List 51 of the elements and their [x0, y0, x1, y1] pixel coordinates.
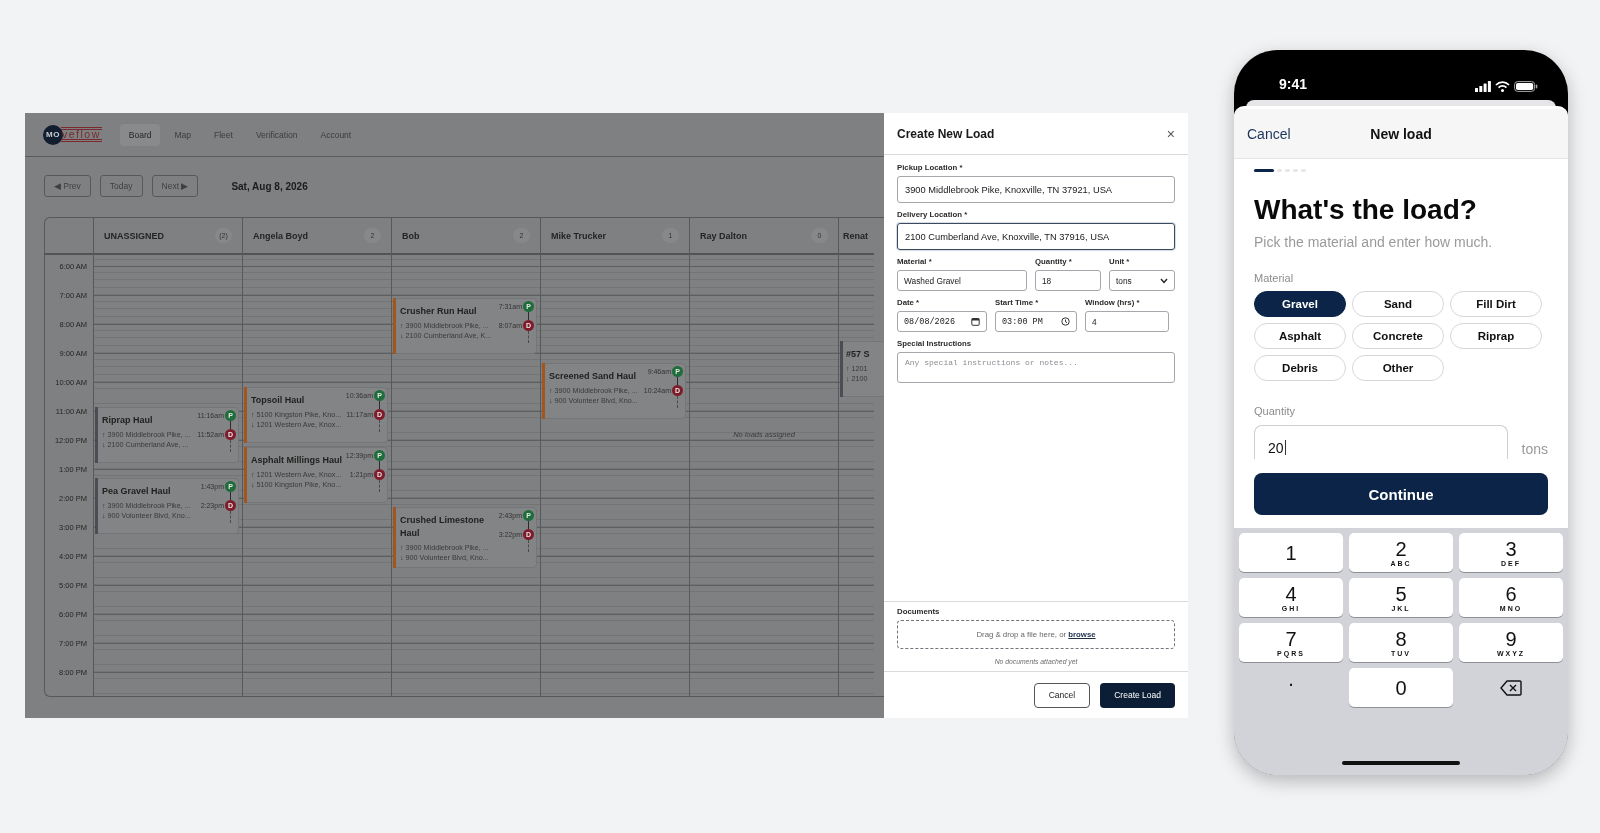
page-subtitle: Pick the material and enter how much. — [1254, 234, 1494, 250]
date-field[interactable]: 08/08/2026 — [897, 311, 987, 332]
input-field[interactable]: 3900 Middlebrook Pike, Knoxville, TN 37921, USA — [897, 176, 1175, 203]
load-title: Topsoil Haul — [251, 394, 306, 408]
load-title: Crushed Limestone Haul — [400, 513, 485, 540]
clock-icon — [1061, 317, 1070, 326]
create-load-button[interactable]: Create Load — [1100, 682, 1175, 708]
keypad-key[interactable]: . — [1239, 668, 1343, 707]
time-field[interactable]: 03:00 PM — [995, 311, 1077, 332]
nav-tab[interactable]: Board — [119, 123, 161, 146]
date-label: Sat, Aug 8, 2026 — [231, 180, 308, 192]
input-field[interactable]: 18 — [1035, 270, 1101, 291]
unit-label: tons — [1521, 441, 1548, 459]
wifi-icon — [1495, 81, 1510, 92]
material-chip[interactable]: Gravel — [1254, 291, 1346, 317]
battery-icon — [1514, 81, 1538, 92]
status-time: 9:41 — [1279, 76, 1308, 92]
load-title: Crusher Run Haul — [400, 304, 478, 318]
dialog-title: Create New Load — [897, 126, 995, 141]
load-title: Riprap Haul — [102, 413, 154, 427]
page-heading: What's the load? — [1254, 194, 1478, 226]
quantity-field[interactable]: 20 — [1254, 425, 1508, 459]
keypad-key[interactable]: 0 — [1349, 668, 1453, 707]
close-button[interactable]: × — [1166, 125, 1175, 142]
chevron-down-icon — [1160, 277, 1168, 284]
input-field[interactable]: 4 — [1085, 311, 1169, 332]
logo[interactable]: MO veflow — [43, 124, 102, 145]
load-title: #57 S — [846, 348, 871, 361]
column-title: Bob — [402, 230, 420, 241]
column-title: Angela Boyd — [253, 230, 308, 241]
signal-icon — [1475, 81, 1491, 92]
cancel-link[interactable]: Cancel — [1247, 125, 1291, 142]
screen-title: New load — [1370, 125, 1432, 142]
instructions-field[interactable]: Any special instructions or notes... — [897, 352, 1175, 383]
column-title: Mike Trucker — [551, 230, 607, 241]
calendar-icon — [971, 317, 980, 326]
input-field[interactable]: 2100 Cumberland Ave, Knoxville, TN 37916, USA — [897, 223, 1175, 250]
keypad-key[interactable]: 1 — [1239, 533, 1343, 572]
load-title: Pea Gravel Haul — [102, 484, 172, 498]
input-field[interactable]: Washed Gravel — [897, 270, 1027, 291]
column-title: Renat — [843, 230, 868, 241]
continue-button[interactable]: Continue — [1254, 473, 1548, 515]
unit-select[interactable]: tons — [1109, 270, 1175, 291]
section-label: Material — [1254, 272, 1295, 284]
cancel-button[interactable]: Cancel — [1033, 682, 1091, 708]
section-label: Quantity — [1254, 405, 1296, 417]
load-title: Asphalt Millings Haul — [251, 453, 343, 467]
column-title: Ray Dalton — [700, 230, 747, 241]
column-title: UNASSIGNED — [104, 230, 164, 241]
backspace-icon — [1500, 679, 1522, 696]
load-title: Screened Sand Haul — [549, 370, 638, 384]
